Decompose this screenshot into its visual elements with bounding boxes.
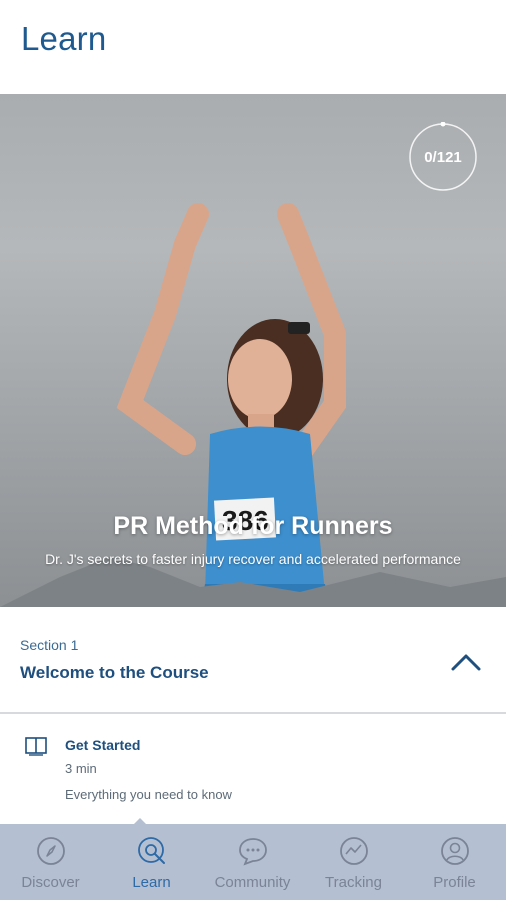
course-hero-banner[interactable]: 386 0/121 PR Method for Runners Dr. J's …	[0, 94, 506, 607]
tab-tracking[interactable]: Tracking	[303, 824, 404, 900]
tab-learn[interactable]: Learn	[101, 824, 202, 900]
tab-profile[interactable]: Profile	[404, 824, 505, 900]
lesson-description: Everything you need to know	[65, 787, 232, 802]
chat-bubble-icon	[238, 838, 267, 866]
bottom-tab-bar: Discover Learn Community Tracking Profil…	[0, 824, 506, 900]
lesson-title: Get Started	[65, 737, 141, 753]
tab-tracking-label: Tracking	[325, 874, 382, 891]
chevron-up-icon[interactable]	[446, 647, 486, 677]
section-header[interactable]: Section 1 Welcome to the Course	[0, 607, 506, 714]
lesson-item[interactable]: Get Started 3 min Everything you need to…	[0, 714, 506, 824]
course-subtitle: Dr. J's secrets to faster injury recover…	[45, 551, 461, 567]
compass-icon	[36, 837, 65, 865]
tab-profile-label: Profile	[433, 874, 476, 891]
tab-discover[interactable]: Discover	[0, 824, 101, 900]
tracking-graph-icon	[339, 837, 368, 865]
app-header: Learn	[0, 0, 506, 94]
book-icon	[25, 737, 47, 756]
section-number: Section 1	[20, 637, 79, 653]
course-title: PR Method for Runners	[113, 512, 393, 540]
tab-discover-label: Discover	[21, 874, 80, 891]
runner-photo: 386	[116, 203, 346, 607]
tab-community-label: Community	[214, 874, 291, 891]
profile-icon	[440, 837, 469, 865]
tab-community[interactable]: Community	[202, 824, 303, 900]
page-title: Learn	[21, 20, 107, 57]
learn-search-icon	[137, 837, 165, 864]
course-progress-count: 0/121	[424, 148, 462, 166]
tab-learn-label: Learn	[132, 874, 171, 891]
section-title: Welcome to the Course	[20, 663, 209, 682]
lesson-duration: 3 min	[65, 761, 97, 776]
